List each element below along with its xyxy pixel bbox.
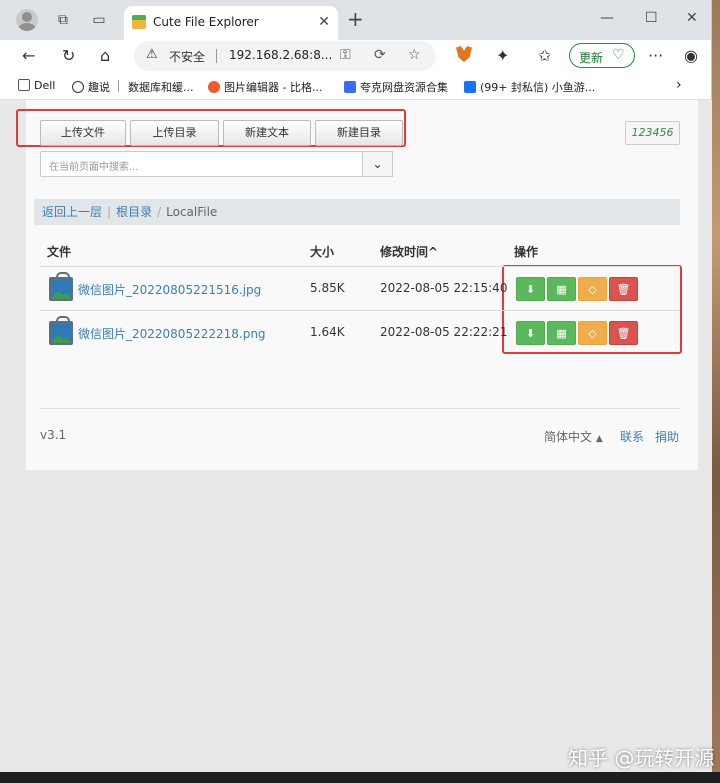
download-icon[interactable]: ⬇ — [516, 321, 545, 345]
watermark-text: 知乎 @玩转开源 — [568, 746, 715, 770]
image-file-icon — [49, 272, 73, 301]
rename-eraser-icon[interactable]: ◇ — [578, 277, 607, 301]
breadcrumb-root-link[interactable]: 根目录 — [116, 205, 152, 219]
new-folder-button[interactable]: 新建目录 — [315, 120, 403, 146]
tab-cute-file-explorer[interactable]: Cute File Explorer ✕ — [124, 6, 338, 40]
close-window-icon[interactable]: ✕ — [686, 10, 698, 26]
file-size: 5.85K — [310, 281, 345, 295]
file-modified: 2022-08-05 22:15:40 — [380, 281, 508, 295]
zhihu-icon — [464, 81, 476, 93]
workspaces-icon[interactable]: ⧉ — [54, 11, 72, 29]
page-viewport: 上传文件 上传目录 新建文本 新建目录 123456 在当前页面中搜索... ⌄… — [0, 100, 712, 772]
delete-trash-icon[interactable]: 🗑 — [609, 277, 638, 301]
favicon-icon — [132, 15, 146, 29]
extensions-puzzle-icon[interactable]: ✦ — [496, 47, 509, 65]
address-bar[interactable]: ⚠ 不安全 192.168.2.68:8... ⚿ ⟳ ☆ — [134, 41, 436, 71]
bookmark-zhihu[interactable]: (99+ 封私信) 小鱼游... — [464, 79, 595, 95]
language-selector[interactable]: 简体中文 ▲ — [544, 428, 603, 445]
close-tab-icon[interactable]: ✕ — [318, 14, 330, 30]
bookmark-dell[interactable]: Dell — [18, 79, 55, 92]
qrcode-icon[interactable]: ▦ — [547, 277, 576, 301]
heart-icon: ♡ — [612, 47, 625, 63]
sort-ascending-icon: ^ — [428, 245, 439, 259]
back-arrow-icon[interactable]: ← — [22, 47, 35, 65]
browser-window: ⧉ ▭ Cute File Explorer ✕ + — ☐ ✕ ← ↻ ⌂ ⚠… — [0, 0, 712, 772]
home-icon[interactable]: ⌂ — [100, 47, 110, 65]
bookmark-database[interactable]: 数据库和缓... — [128, 79, 194, 95]
search-input[interactable]: 在当前页面中搜索... — [40, 151, 363, 177]
metamask-fox-icon[interactable] — [456, 46, 472, 62]
favorites-icon[interactable]: ✩ — [538, 47, 551, 65]
desktop-taskbar-strip — [0, 772, 720, 783]
chevron-right-icon[interactable]: › — [676, 77, 682, 93]
breadcrumb-back-link[interactable]: 返回上一层 — [42, 205, 102, 219]
bigjpg-icon — [208, 81, 220, 93]
breadcrumb-current: LocalFile — [166, 205, 218, 219]
delete-trash-icon[interactable]: 🗑 — [609, 321, 638, 345]
tab-title: Cute File Explorer — [153, 15, 259, 29]
header-size[interactable]: 大小 — [310, 243, 334, 260]
qrcode-icon[interactable]: ▦ — [547, 321, 576, 345]
update-label: 更新 — [579, 51, 604, 65]
favorite-star-icon[interactable]: ☆ — [408, 47, 421, 63]
password-badge[interactable]: 123456 — [625, 121, 680, 145]
file-name-link[interactable]: 微信图片_20220805222218.png — [78, 325, 266, 342]
edge-refresh-icon[interactable]: ⟳ — [374, 47, 386, 63]
header-file[interactable]: 文件 — [47, 243, 71, 260]
donate-link[interactable]: 捐助 — [655, 428, 679, 445]
file-size: 1.64K — [310, 325, 345, 339]
table-row: 微信图片_20220805221516.jpg 5.85K 2022-08-05… — [40, 266, 680, 310]
table-row: 微信图片_20220805222218.png 1.64K 2022-08-05… — [40, 310, 680, 354]
header-actions: 操作 — [514, 245, 539, 259]
breadcrumb: 返回上一层 | 根目录 / LocalFile — [34, 199, 680, 225]
rename-eraser-icon[interactable]: ◇ — [578, 321, 607, 345]
bookmark-quark[interactable]: 夸克网盘资源合集 — [344, 79, 448, 95]
caret-up-icon: ▲ — [595, 434, 603, 444]
desktop-background-right — [712, 0, 720, 783]
chevron-down-icon[interactable]: ⌄ — [362, 151, 393, 177]
warning-icon: ⚠ — [146, 47, 158, 62]
bookmarks-bar: Dell 趣说 数据库和缓... 图片编辑器 - 比格... 夸克网盘资源合集 … — [0, 72, 711, 100]
more-menu-icon[interactable]: ··· — [648, 47, 663, 65]
copilot-icon[interactable]: ◉ — [684, 47, 698, 65]
file-explorer-panel: 上传文件 上传目录 新建文本 新建目录 123456 在当前页面中搜索... ⌄… — [16, 100, 698, 470]
contact-link[interactable]: 联系 — [620, 428, 644, 445]
file-name-link[interactable]: 微信图片_20220805221516.jpg — [78, 281, 261, 298]
key-icon[interactable]: ⚿ — [340, 47, 351, 63]
update-button[interactable]: 更新 ♡ — [569, 43, 635, 68]
upload-folder-button[interactable]: 上传目录 — [130, 120, 219, 146]
image-file-icon — [49, 316, 73, 345]
tab-actions-icon[interactable]: ▭ — [90, 11, 108, 29]
tab-strip: ⧉ ▭ Cute File Explorer ✕ + — ☐ ✕ — [0, 0, 711, 40]
minimize-icon[interactable]: — — [600, 10, 614, 26]
file-modified: 2022-08-05 22:22:21 — [380, 325, 508, 339]
url-text[interactable]: 192.168.2.68:8... — [229, 48, 332, 62]
upload-file-button[interactable]: 上传文件 — [40, 120, 126, 146]
new-text-button[interactable]: 新建文本 — [223, 120, 311, 146]
bookmark-divider — [118, 80, 119, 92]
browser-toolbar: ← ↻ ⌂ ⚠ 不安全 192.168.2.68:8... ⚿ ⟳ ☆ ✦ ✩ … — [0, 40, 711, 72]
version-label: v3.1 — [40, 428, 67, 442]
bookmark-image-editor[interactable]: 图片编辑器 - 比格... — [208, 79, 322, 95]
qushuo-icon — [72, 81, 84, 93]
folder-icon — [18, 79, 30, 91]
quark-icon — [344, 81, 356, 93]
security-label: 不安全 — [169, 50, 206, 64]
bookmark-qushuo[interactable]: 趣说 — [72, 79, 110, 95]
omnibox-divider — [216, 49, 217, 63]
profile-avatar[interactable] — [16, 9, 38, 31]
download-icon[interactable]: ⬇ — [516, 277, 545, 301]
reload-icon[interactable]: ↻ — [62, 47, 75, 65]
footer-divider — [40, 408, 680, 409]
new-tab-icon[interactable]: + — [347, 9, 364, 29]
maximize-icon[interactable]: ☐ — [645, 10, 658, 26]
header-modified[interactable]: 修改时间^ — [380, 243, 438, 260]
